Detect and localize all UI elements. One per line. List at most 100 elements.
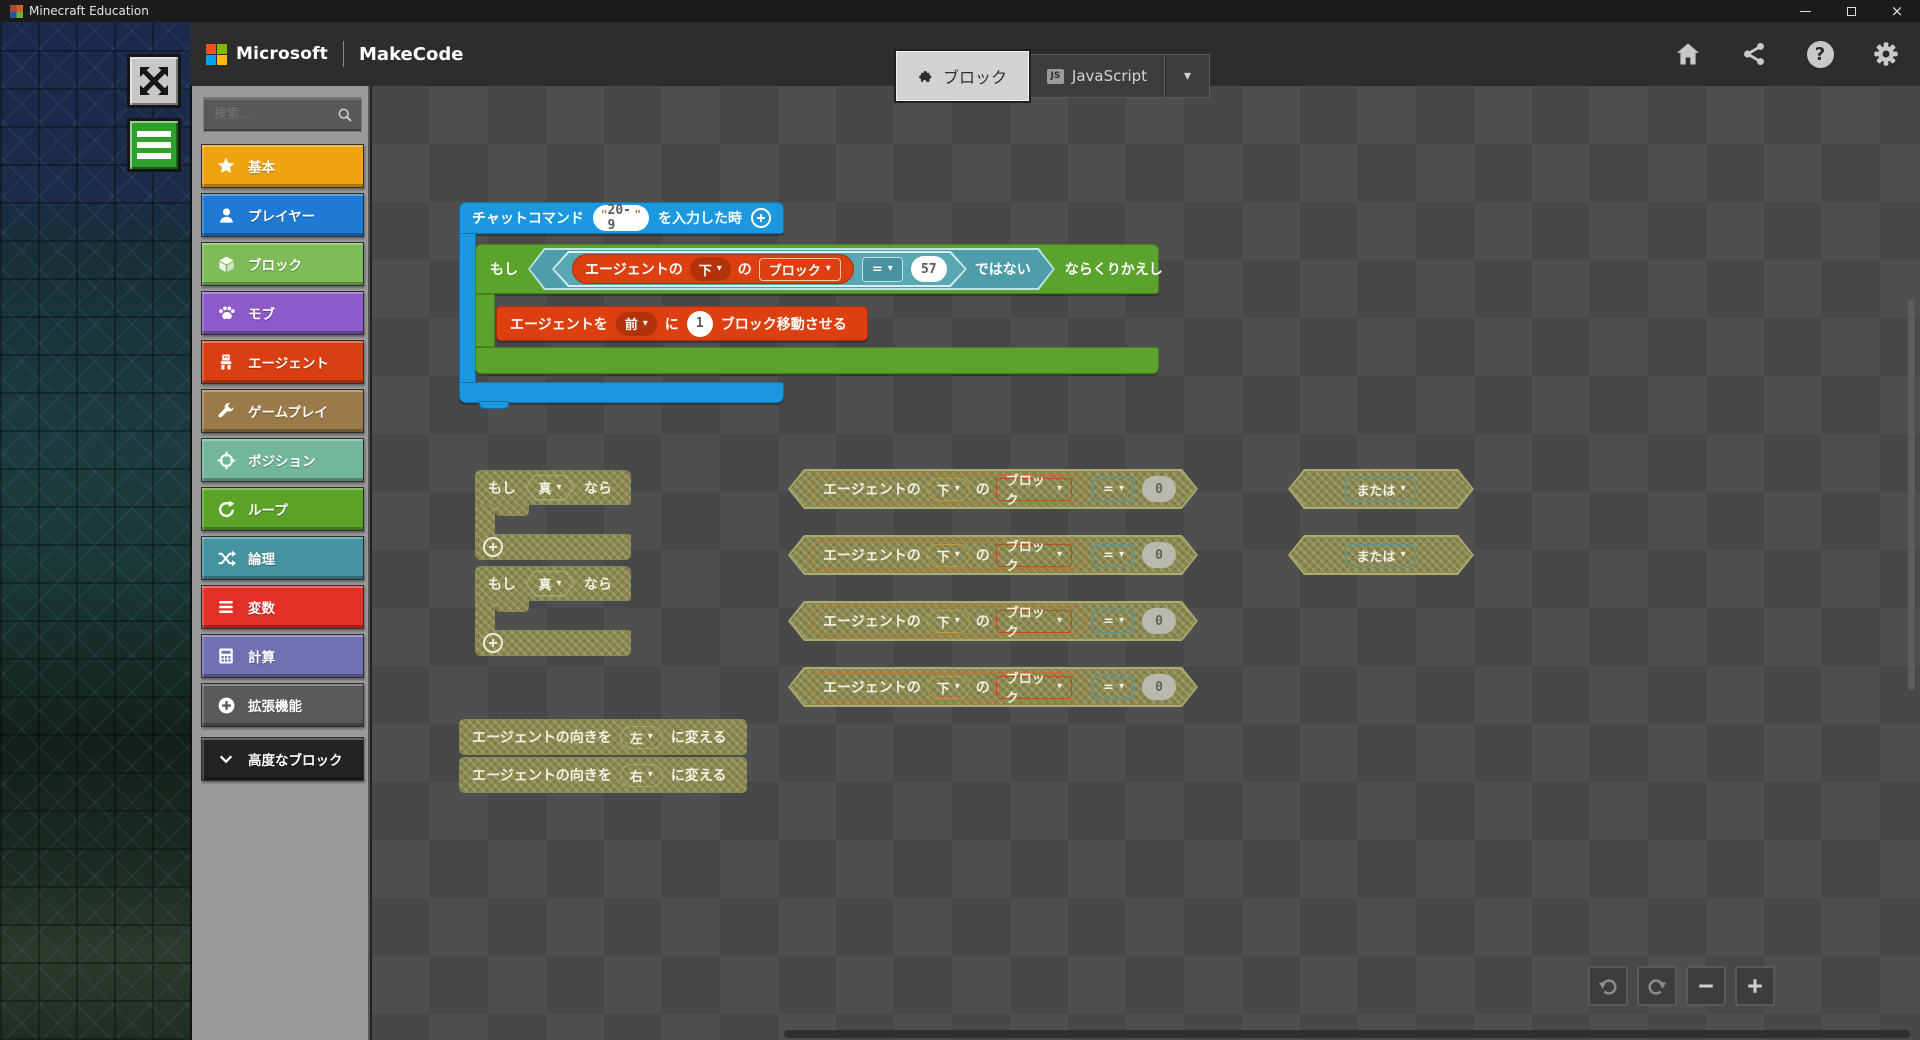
sidebar-item-math[interactable]: 計算 (201, 634, 364, 678)
ghost-agent-inspect-block[interactable]: エージェントの 下▾ の ブロック▾ (810, 540, 1085, 570)
chevron-down-icon: ▾ (1184, 69, 1191, 83)
ghost-operator-dropdown[interactable]: =▾ (1093, 676, 1134, 699)
sidebar-item-agent[interactable]: エージェント (201, 340, 364, 384)
while-loop-footer[interactable] (475, 347, 1159, 374)
ghost-or-block[interactable]: または▾ (1288, 535, 1474, 575)
ghost-inspect-compare-block[interactable]: エージェントの 下▾ の ブロック▾ =▾ 0 (788, 469, 1198, 509)
zoom-out-button[interactable] (1686, 966, 1726, 1006)
sidebar-item-advanced[interactable]: 高度なブロック (201, 737, 364, 781)
ghost-value-field[interactable]: 0 (1142, 476, 1176, 502)
sidebar-item-extensions[interactable]: 拡張機能 (201, 683, 364, 727)
ghost-direction-dropdown[interactable]: 下▾ (927, 610, 970, 633)
while-loop-spine[interactable] (475, 294, 495, 347)
agent-icon (216, 352, 236, 372)
ghost-value-field[interactable]: 0 (1142, 608, 1176, 634)
minimize-button[interactable] (1782, 0, 1828, 22)
expand-plus-icon[interactable] (751, 208, 771, 228)
agent-inspect-block[interactable]: エージェントの 下▾ の ブロック▾ (572, 254, 854, 284)
agent-move-count-field[interactable]: 1 (687, 311, 713, 337)
ghost-target-dropdown[interactable]: ブロック▾ (996, 478, 1072, 501)
ghost-direction-dropdown[interactable]: 下▾ (927, 544, 970, 567)
compare-value-field[interactable]: 57 (911, 256, 947, 282)
editor-toggle-dropdown[interactable]: ▾ (1165, 54, 1210, 98)
ghost-target-dropdown[interactable]: ブロック▾ (996, 610, 1072, 633)
chat-command-value-field[interactable]: "20-9" (593, 205, 649, 231)
ghost-operator-dropdown[interactable]: =▾ (1093, 610, 1134, 633)
chevron-down-icon (216, 749, 236, 769)
brand-divider (343, 41, 344, 67)
ghost-target-dropdown[interactable]: ブロック▾ (996, 544, 1072, 567)
while-loop-block[interactable]: もし エージェントの 下▾ の ブロック▾ (475, 244, 1159, 294)
ghost-or-dropdown[interactable]: または▾ (1346, 544, 1415, 567)
zoom-in-button[interactable] (1735, 966, 1775, 1006)
ghost-condition-dropdown[interactable]: 真▾ (525, 475, 575, 501)
chat-command-block-spine[interactable] (459, 233, 476, 383)
sidebar-item-mobs[interactable]: モブ (201, 291, 364, 335)
ghost-add-else-button[interactable] (483, 633, 503, 653)
agent-inspect-target-dropdown[interactable]: ブロック▾ (759, 258, 841, 281)
ghost-inspect-compare-block[interactable]: エージェントの 下▾ の ブロック▾ =▾ 0 (788, 667, 1198, 707)
close-button[interactable]: × (1874, 0, 1920, 22)
sidebar-item-player[interactable]: プレイヤー (201, 193, 364, 237)
tab-javascript-label: JavaScript (1072, 67, 1147, 85)
minimize-icon (1800, 11, 1811, 12)
sidebar-item-position[interactable]: ポジション (201, 438, 364, 482)
ghost-turn-direction-dropdown[interactable]: 左▾ (620, 726, 663, 749)
horizontal-scrollbar[interactable] (784, 1030, 1910, 1038)
ghost-turn-direction-dropdown[interactable]: 右▾ (620, 764, 663, 787)
ghost-direction-dropdown[interactable]: 下▾ (927, 478, 970, 501)
ghost-target-dropdown[interactable]: ブロック▾ (996, 676, 1072, 699)
ghost-or-dropdown[interactable]: または▾ (1346, 478, 1415, 501)
sidebar-item-logic[interactable]: 論理 (201, 536, 364, 580)
tab-javascript[interactable]: JS JavaScript (1029, 54, 1165, 98)
sidebar-item-blocks[interactable]: ブロック (201, 242, 364, 286)
ghost-operator-dropdown[interactable]: =▾ (1093, 478, 1134, 501)
tab-blocks[interactable]: ブロック (896, 51, 1029, 101)
ghost-agent-turn-block[interactable]: エージェントの向きを 左▾ に変える (459, 719, 747, 755)
logic-not-block[interactable]: エージェントの 下▾ の ブロック▾ =▾ 57 ではない (528, 248, 1055, 290)
block-workspace[interactable]: チャットコマンド "20-9" を入力した時 もし エージェントの (372, 86, 1920, 1040)
ghost-value-field[interactable]: 0 (1142, 542, 1176, 568)
ghost-agent-inspect-block[interactable]: エージェントの 下▾ の ブロック▾ (810, 474, 1085, 504)
crosshair-icon (216, 450, 236, 470)
compare-operator-dropdown[interactable]: =▾ (862, 257, 903, 282)
sidebar-item-loops[interactable]: ループ (201, 487, 364, 531)
ghost-agent-turn-block[interactable]: エージェントの向きを 右▾ に変える (459, 757, 747, 793)
help-button[interactable]: ? (1800, 34, 1840, 74)
undo-button[interactable] (1588, 966, 1628, 1006)
chat-command-block[interactable]: チャットコマンド "20-9" を入力した時 (459, 202, 784, 234)
microsoft-wordmark: Microsoft (236, 44, 328, 64)
ghost-agent-inspect-block[interactable]: エージェントの 下▾ の ブロック▾ (810, 606, 1085, 636)
crossed-arrows-icon (137, 64, 171, 98)
ghost-agent-inspect-block[interactable]: エージェントの 下▾ の ブロック▾ (810, 672, 1085, 702)
tab-blocks-label: ブロック (943, 64, 1007, 88)
search-input[interactable] (204, 107, 337, 122)
agent-move-block[interactable]: エージェントを 前▾ に 1 ブロック移動させる (496, 306, 868, 341)
agent-inspect-direction-dropdown[interactable]: 下▾ (690, 257, 731, 281)
close-editor-button[interactable] (127, 54, 181, 108)
close-icon: × (1891, 4, 1904, 19)
settings-button[interactable] (1866, 34, 1906, 74)
sidebar-item-gameplay[interactable]: ゲームプレイ (201, 389, 364, 433)
share-button[interactable] (1734, 34, 1774, 74)
ghost-or-block[interactable]: または▾ (1288, 469, 1474, 509)
home-button[interactable] (1668, 34, 1708, 74)
ghost-inspect-compare-block[interactable]: エージェントの 下▾ の ブロック▾ =▾ 0 (788, 535, 1198, 575)
ghost-add-else-button[interactable] (483, 537, 503, 557)
menu-button[interactable] (127, 118, 181, 172)
maximize-button[interactable] (1828, 0, 1874, 22)
ghost-inspect-compare-block[interactable]: エージェントの 下▾ の ブロック▾ =▾ 0 (788, 601, 1198, 641)
ghost-condition-dropdown[interactable]: 真▾ (525, 571, 575, 597)
agent-move-direction-dropdown[interactable]: 前▾ (616, 312, 657, 336)
logic-compare-block[interactable]: エージェントの 下▾ の ブロック▾ =▾ 57 (552, 251, 967, 287)
search-box[interactable] (203, 97, 362, 132)
sidebar-item-variables[interactable]: 変数 (201, 585, 364, 629)
editor-toggle: ブロック JS JavaScript ▾ (896, 51, 1210, 101)
ghost-direction-dropdown[interactable]: 下▾ (927, 676, 970, 699)
ghost-operator-dropdown[interactable]: =▾ (1093, 544, 1134, 567)
redo-button[interactable] (1637, 966, 1677, 1006)
sidebar-item-basic[interactable]: 基本 (201, 144, 364, 188)
chat-command-block-footer[interactable] (459, 382, 784, 403)
vertical-scrollbar[interactable] (1908, 300, 1915, 690)
ghost-value-field[interactable]: 0 (1142, 674, 1176, 700)
